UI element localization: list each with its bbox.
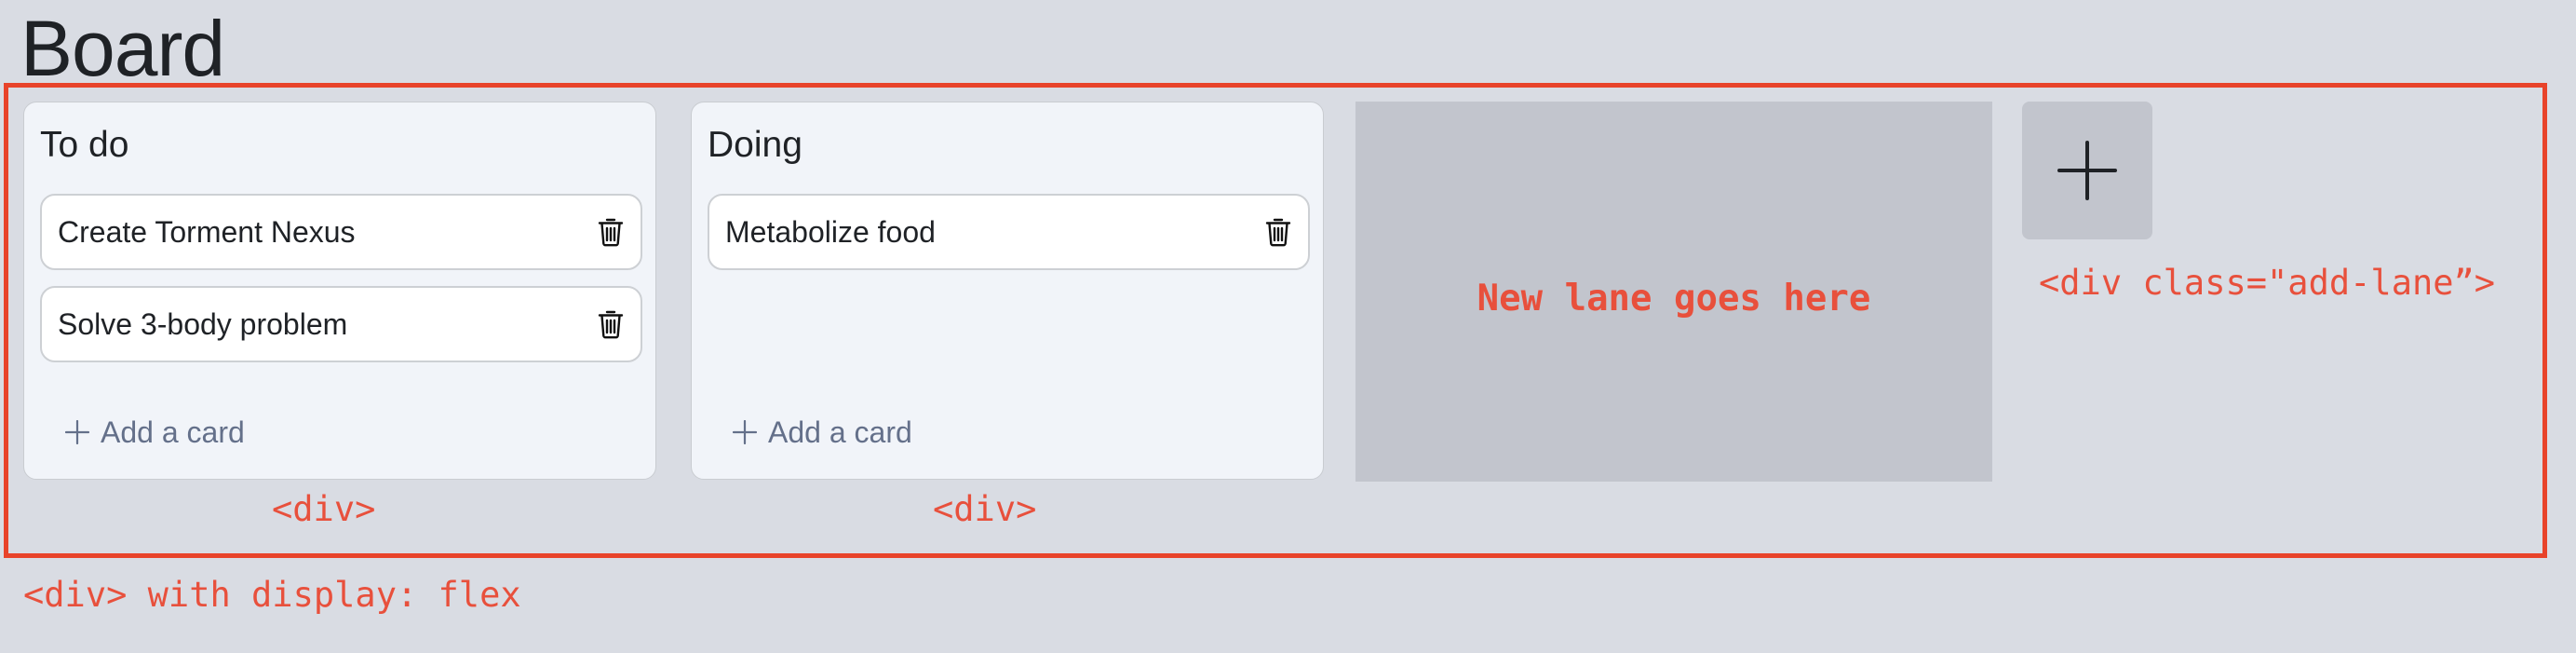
card-text: Create Torment Nexus	[58, 215, 356, 249]
annotation-lane-div: <div>	[272, 489, 376, 529]
trash-icon[interactable]	[598, 217, 624, 247]
add-card-button[interactable]: Add a card	[65, 410, 245, 455]
add-lane-button[interactable]	[2022, 102, 2152, 239]
lane-doing: Doing Metabolize food Add a card	[691, 102, 1324, 480]
plus-icon	[733, 420, 757, 444]
lane-title: Doing	[708, 125, 802, 165]
annotation-flex-container: <div> with display: flex	[23, 575, 521, 615]
card[interactable]: Create Torment Nexus	[40, 194, 642, 270]
placeholder-label: New lane goes here	[1477, 277, 1871, 320]
annotation-lane-div: <div>	[933, 489, 1037, 529]
trash-icon[interactable]	[1265, 217, 1291, 247]
card-text: Metabolize food	[725, 215, 936, 249]
lane-todo: To do Create Torment Nexus Solve 3-body …	[23, 102, 656, 480]
card[interactable]: Metabolize food	[708, 194, 1310, 270]
plus-icon	[2057, 141, 2117, 200]
plus-icon	[65, 420, 89, 444]
trash-icon[interactable]	[598, 309, 624, 339]
card[interactable]: Solve 3-body problem	[40, 286, 642, 362]
add-card-label: Add a card	[768, 415, 912, 449]
card-text: Solve 3-body problem	[58, 307, 348, 341]
add-card-label: Add a card	[101, 415, 245, 449]
new-lane-placeholder: New lane goes here	[1355, 102, 1992, 482]
lane-title: To do	[40, 125, 129, 165]
page-title: Board	[20, 5, 225, 92]
add-card-button[interactable]: Add a card	[733, 410, 912, 455]
annotation-add-lane-div: <div class="add-lane”>	[2039, 263, 2496, 303]
